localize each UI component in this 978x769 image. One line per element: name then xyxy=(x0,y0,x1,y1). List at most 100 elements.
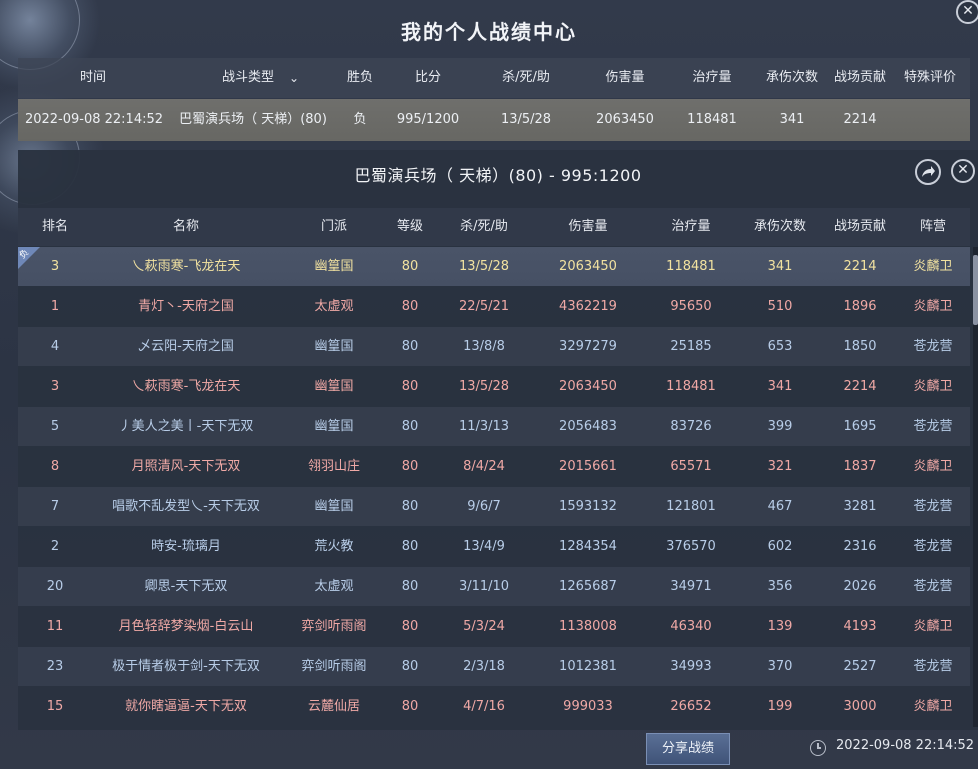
cell-level: 80 xyxy=(401,379,419,394)
close-icon[interactable]: ✕ xyxy=(956,0,978,24)
footer-timestamp: 2022-09-08 22:14:52 xyxy=(836,738,975,753)
cell-damage: 1284354 xyxy=(559,539,617,554)
cell-name[interactable]: 就你瞎逼逼-天下无双 xyxy=(98,687,274,726)
cell-level: 80 xyxy=(401,659,419,674)
cell-contrib: 1850 xyxy=(843,339,877,354)
cell-damage: 1593132 xyxy=(559,499,617,514)
cell-kda: 22/5/21 xyxy=(458,299,510,314)
column-header-kda: 杀/死/助 xyxy=(460,219,508,234)
cell-healing: 83726 xyxy=(670,419,712,434)
cell-kda: 4/7/16 xyxy=(463,699,505,714)
cell-name[interactable]: 极于情者极于剑-天下无双 xyxy=(98,647,274,686)
cell-name[interactable]: 月色轻辞梦染烟-白云山 xyxy=(98,607,274,646)
table-row[interactable]: 1 青灯丶-天府之国 太虚观 80 22/5/21 4362219 95650 510 1896… xyxy=(18,287,970,326)
cell-hits: 467 xyxy=(767,499,793,514)
close-icon[interactable]: ✕ xyxy=(951,159,975,183)
cell-name[interactable]: 青灯丶-天府之国 xyxy=(98,287,274,326)
table-row[interactable]: 20 卿思-天下无双 太虚观 80 3/11/10 1265687 34971 356 2026… xyxy=(18,567,970,606)
table-row-self[interactable]: 负 3 乀萩雨寒-飞龙在天 幽篁国 80 13/5/28 2063450 118481 341 2… xyxy=(18,247,970,286)
table-row[interactable]: 7 唱歌不乱发型乀-天下无双 幽篁国 80 9/6/7 1593132 121801 467 3… xyxy=(18,487,970,526)
cell-name[interactable]: 唱歌不乱发型乀-天下无双 xyxy=(98,487,274,526)
cell-camp: 炎麟卫 xyxy=(913,299,953,314)
cell-kda: 9/6/7 xyxy=(467,499,501,514)
cell-level: 80 xyxy=(401,539,419,554)
cell-kda: 13/8/8 xyxy=(463,339,505,354)
cell-level: 80 xyxy=(401,619,419,634)
cell-hits: 341 xyxy=(767,259,793,274)
cell-hits: 321 xyxy=(767,459,793,474)
cell-rank: 3 xyxy=(50,259,60,274)
cell-sect: 荒火教 xyxy=(314,539,354,554)
column-header-result: 胜负 xyxy=(346,70,373,85)
cell-name[interactable]: 時安-琉璃月 xyxy=(98,527,274,566)
table-row[interactable]: 23 极于情者极于剑-天下无双 弈剑听雨阁 80 2/3/18 1012381 34993 3… xyxy=(18,647,970,686)
cell-contrib: 2527 xyxy=(843,659,877,674)
cell-hits: 653 xyxy=(767,339,793,354)
cell-contrib: 3000 xyxy=(843,699,877,714)
cell-contrib: 2214 xyxy=(843,379,877,394)
cell-name[interactable]: 丿美人之美丨-天下无双 xyxy=(98,407,274,446)
cell-sect: 幽篁国 xyxy=(314,259,354,274)
cell-contribution: 2214 xyxy=(843,112,877,127)
cell-contrib: 2214 xyxy=(843,259,877,274)
cell-damage: 1138008 xyxy=(559,619,617,634)
cell-healing: 26652 xyxy=(670,699,712,714)
scrollbar-thumb[interactable] xyxy=(973,255,978,325)
share-record-button[interactable]: 分享战绩 xyxy=(646,733,730,765)
cell-camp: 炎麟卫 xyxy=(913,459,953,474)
cell-name[interactable]: 乀萩雨寒-飞龙在天 xyxy=(98,367,274,406)
cell-level: 80 xyxy=(401,579,419,594)
cell-rank: 23 xyxy=(46,659,64,674)
table-row[interactable]: 2 時安-琉璃月 荒火教 80 13/4/9 1284354 376570 602 2316 苍龙… xyxy=(18,527,970,566)
cell-damage: 2063450 xyxy=(559,379,617,394)
cell-healing: 118481 xyxy=(687,112,737,127)
cell-name[interactable]: 乄云阳-天府之国 xyxy=(98,327,274,366)
cell-level: 80 xyxy=(401,419,419,434)
cell-hits-taken: 341 xyxy=(779,112,805,127)
cell-healing: 118481 xyxy=(666,379,716,394)
share-icon[interactable] xyxy=(915,159,941,185)
cell-kda: 5/3/24 xyxy=(463,619,505,634)
cell-level: 80 xyxy=(401,299,419,314)
cell-sect: 云麓仙居 xyxy=(307,699,360,714)
cell-sect: 太虚观 xyxy=(314,579,354,594)
cell-healing: 25185 xyxy=(670,339,712,354)
cell-hits: 399 xyxy=(767,419,793,434)
cell-healing: 46340 xyxy=(670,619,712,634)
column-header-contribution: 战场贡献 xyxy=(833,219,886,234)
table-row[interactable]: 8 月照清风-天下无双 翎羽山庄 80 8/4/24 2015661 65571 321 183… xyxy=(18,447,970,486)
cell-contrib: 3281 xyxy=(843,499,877,514)
column-header-battle-type[interactable]: 战斗类型 xyxy=(213,58,283,98)
cell-healing: 121801 xyxy=(666,499,716,514)
cell-name[interactable]: 乀萩雨寒-飞龙在天 xyxy=(98,247,274,286)
cell-rank: 1 xyxy=(50,299,60,314)
table-row[interactable]: 5 丿美人之美丨-天下无双 幽篁国 80 11/3/13 2056483 83726 399 1… xyxy=(18,407,970,446)
cell-damage: 1265687 xyxy=(559,579,617,594)
table-row-selected[interactable]: 2022-09-08 22:14:52 巴蜀演兵场（ 天梯）(80) 负 995… xyxy=(18,99,970,141)
cell-camp: 苍龙营 xyxy=(913,539,953,554)
cell-rank: 4 xyxy=(50,339,60,354)
cell-hits: 199 xyxy=(767,699,793,714)
column-header-score: 比分 xyxy=(414,70,441,85)
cell-name[interactable]: 卿思-天下无双 xyxy=(98,567,274,606)
cell-camp: 苍龙营 xyxy=(913,419,953,434)
cell-result: 负 xyxy=(353,112,367,127)
cell-sect: 弈剑听雨阁 xyxy=(301,619,367,634)
cell-contrib: 1837 xyxy=(843,459,877,474)
cell-sect: 幽篁国 xyxy=(314,339,354,354)
cell-name[interactable]: 月照清风-天下无双 xyxy=(98,447,274,486)
table-row[interactable]: 4 乄云阳-天府之国 幽篁国 80 13/8/8 3297279 25185 653 1850 苍… xyxy=(18,327,970,366)
chevron-down-icon[interactable]: ⌄ xyxy=(284,58,304,98)
column-header-kda: 杀/死/助 xyxy=(502,70,550,85)
cell-camp: 苍龙营 xyxy=(913,339,953,354)
table-row[interactable]: 11 月色轻辞梦染烟-白云山 弈剑听雨阁 80 5/3/24 1138008 46340 13… xyxy=(18,607,970,646)
column-header-hits-taken: 承伤次数 xyxy=(753,219,806,234)
cell-camp: 炎麟卫 xyxy=(913,379,953,394)
cell-healing: 34993 xyxy=(670,659,712,674)
cell-healing: 34971 xyxy=(670,579,712,594)
scrollbar[interactable] xyxy=(973,247,978,727)
table-row[interactable]: 15 就你瞎逼逼-天下无双 云麓仙居 80 4/7/16 999033 26652 199 30… xyxy=(18,687,970,726)
cell-score: 995/1200 xyxy=(396,112,460,127)
table-row[interactable]: 3 乀萩雨寒-飞龙在天 幽篁国 80 13/5/28 2063450 118481 341 22… xyxy=(18,367,970,406)
cell-sect: 弈剑听雨阁 xyxy=(301,659,367,674)
